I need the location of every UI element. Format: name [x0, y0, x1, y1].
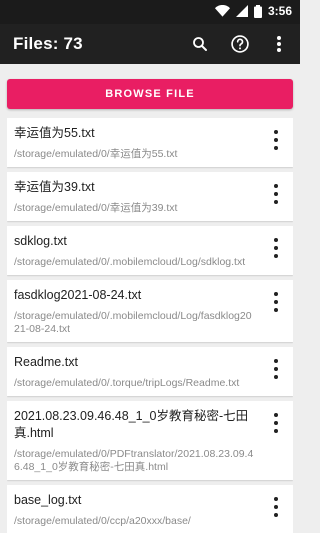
item-more-icon[interactable] [269, 497, 283, 517]
file-path: /storage/emulated/0/PDFtranslator/2021.0… [14, 448, 254, 473]
page-title: Files: 73 [13, 34, 83, 53]
item-more-icon[interactable] [269, 413, 283, 433]
file-path: /storage/emulated/0/幸运值为39.txt [14, 202, 178, 214]
browse-file-button[interactable]: BROWSE FILE [7, 79, 293, 109]
more-vert-icon [277, 36, 281, 52]
list-item[interactable]: sdklog.txt /storage/emulated/0/.mobilemc… [7, 226, 293, 275]
wifi-icon [214, 5, 230, 17]
app-bar: Files: 73 [0, 24, 300, 64]
file-name: sdklog.txt [14, 234, 67, 248]
item-more-icon[interactable] [269, 359, 283, 379]
signal-icon [235, 5, 248, 17]
item-more-icon[interactable] [269, 292, 283, 312]
file-path: /storage/emulated/0/.mobilemcloud/Log/fa… [14, 310, 252, 335]
file-path: /storage/emulated/0/ссp/a20xxx/base/ [14, 515, 191, 527]
battery-icon [253, 4, 262, 18]
file-name: Readme.txt [14, 355, 78, 369]
item-more-icon[interactable] [269, 184, 283, 204]
list-item[interactable]: fasdklog2021-08-24.txt /storage/emulated… [7, 280, 293, 342]
file-name: 幸运值为55.txt [14, 126, 95, 140]
status-bar: 3:56 [0, 0, 300, 24]
status-icons: 3:56 [214, 4, 292, 18]
file-path: /storage/emulated/0/.mobilemcloud/Log/sd… [14, 256, 246, 268]
status-time: 3:56 [267, 4, 292, 18]
list-item[interactable]: Readme.txt /storage/emulated/0/.torque/t… [7, 347, 293, 396]
list-item[interactable]: 幸运值为39.txt /storage/emulated/0/幸运值为39.tx… [7, 172, 293, 221]
search-button[interactable] [187, 31, 213, 57]
search-icon [193, 37, 207, 51]
file-list: 幸运值为55.txt /storage/emulated/0/幸运值为55.tx… [7, 118, 293, 533]
file-path: /storage/emulated/0/幸运值为55.txt [14, 148, 178, 160]
overflow-menu-button[interactable] [266, 31, 292, 57]
help-button[interactable] [227, 31, 253, 57]
help-icon [231, 35, 249, 53]
file-name: 幸运值为39.txt [14, 180, 95, 194]
file-path: /storage/emulated/0/.torque/tripLogs/Rea… [14, 377, 240, 389]
item-more-icon[interactable] [269, 238, 283, 258]
item-more-icon[interactable] [269, 130, 283, 150]
list-item[interactable]: 2021.08.23.09.46.48_1_0岁教育秘密-七田真.html /s… [7, 401, 293, 480]
file-name: 2021.08.23.09.46.48_1_0岁教育秘密-七田真.html [14, 409, 249, 440]
list-item[interactable]: 幸运值为55.txt /storage/emulated/0/幸运值为55.tx… [7, 118, 293, 167]
file-name: fasdklog2021-08-24.txt [14, 288, 142, 302]
list-item[interactable]: base_log.txt /storage/emulated/0/ссp/a20… [7, 485, 293, 533]
file-name: base_log.txt [14, 493, 82, 507]
